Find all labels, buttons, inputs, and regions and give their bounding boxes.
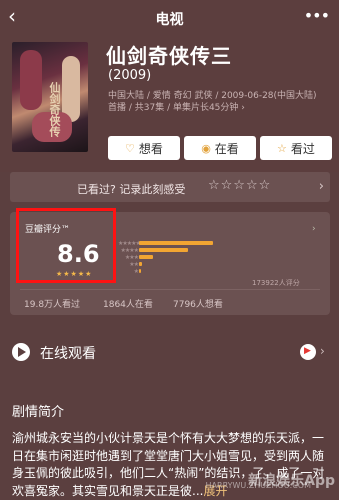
distribution-bar [139, 255, 153, 259]
rate-stars[interactable]: ☆☆☆☆☆ [208, 178, 271, 193]
distribution-stars: ★★★ [124, 254, 139, 261]
record-feeling-bar[interactable]: 已看过? 记录此刻感受 ☆☆☆☆☆ › [10, 172, 330, 202]
poster-title: 仙剑奇侠传 [48, 82, 61, 137]
watched-button[interactable]: ☆ 看过 [260, 136, 332, 160]
record-feeling-text: 已看过? 记录此刻感受 [77, 183, 186, 196]
rating-stars: ★★★★★ [56, 270, 93, 278]
online-watch-label: 在线观看 [40, 346, 96, 362]
play-icon [12, 343, 30, 361]
eye-icon: ◉ [201, 141, 211, 155]
video-platform-icon: ▶ [300, 344, 316, 360]
online-chevron-icon: › [320, 344, 325, 358]
want-button[interactable]: ♡ 想看 [108, 136, 180, 160]
rating-score: 8.6 [57, 240, 100, 268]
watched-label: 看过 [290, 141, 315, 156]
watching-count[interactable]: 1864人在看 [103, 297, 153, 310]
show-title: 仙剑奇侠传三 [106, 44, 232, 68]
distribution-bar [139, 241, 214, 245]
show-year: (2009) [108, 68, 152, 83]
distribution-bar [139, 269, 141, 273]
distribution-bar [139, 262, 142, 266]
divider [20, 289, 320, 290]
show-meta[interactable]: 中国大陆 / 爱情 奇幻 武侠 / 2009-06-28(中国大陆) 首播 / … [108, 90, 333, 114]
distribution-bar [139, 248, 188, 252]
douban-rating-label: 豆瓣评分™ [25, 225, 71, 235]
want-count[interactable]: 7796人想看 [173, 297, 223, 310]
distribution-stars: ★★★★ [120, 247, 139, 254]
nav-title: 电视 [155, 12, 184, 28]
vote-count: 173922人评分 [252, 279, 300, 287]
meta-line-1: 中国大陆 / 爱情 奇幻 武侠 / 2009-06-28(中国大陆) [108, 91, 317, 101]
distribution-stars: ★★★★★ [118, 240, 141, 247]
chevron-right-icon: › [318, 179, 324, 194]
watching-button[interactable]: ◉ 在看 [184, 136, 256, 160]
card-chevron-icon: › [312, 224, 316, 234]
watched-count[interactable]: 19.8万人看过 [24, 297, 80, 310]
watermark-domain: HARRYWU.ZHUZHOU.COM [205, 481, 311, 490]
want-label: 想看 [138, 141, 163, 156]
distribution-stars: ★ [133, 268, 139, 275]
distribution-stars: ★★ [129, 261, 139, 268]
poster-image[interactable]: 仙剑奇侠传 [12, 42, 88, 152]
meta-line-2: 首播 / 共37集 / 单集片长45分钟 › [108, 103, 245, 113]
star-icon: ☆ [277, 141, 287, 155]
more-icon[interactable]: ••• [304, 6, 330, 25]
watching-label: 在看 [214, 141, 239, 156]
heart-icon: ♡ [125, 141, 135, 155]
synopsis-title: 剧情简介 [12, 405, 65, 420]
